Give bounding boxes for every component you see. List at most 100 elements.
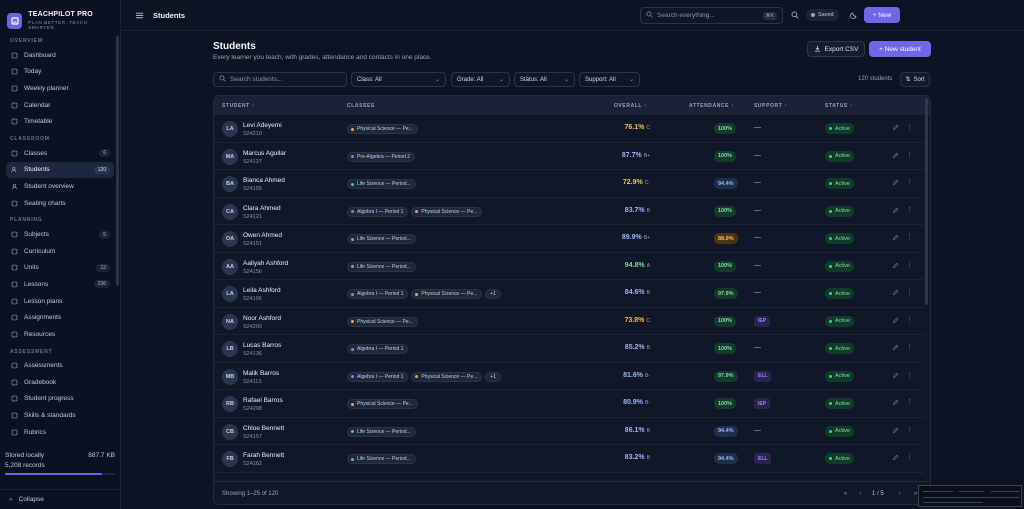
student-name[interactable]: Rafael Barros xyxy=(243,397,283,404)
more-vertical-icon[interactable]: ⋮ xyxy=(906,453,913,463)
more-vertical-icon[interactable]: ⋮ xyxy=(906,261,913,271)
first-page-icon[interactable]: « xyxy=(840,488,851,499)
class-chip[interactable]: Algebra I — Period 1 xyxy=(347,344,409,354)
sidebar-item-gradebook[interactable]: Gradebook xyxy=(6,374,114,391)
more-classes-chip[interactable]: +1 xyxy=(485,289,501,299)
student-name[interactable]: Levi Adeyemi xyxy=(243,122,282,129)
class-chip[interactable]: Life Science — Period... xyxy=(347,234,416,244)
global-search-input[interactable]: Search everything... ⌘K xyxy=(640,7,783,24)
more-vertical-icon[interactable]: ⋮ xyxy=(906,178,913,188)
sidebar-item-resources[interactable]: Resources xyxy=(6,326,114,343)
class-chip[interactable]: Physical Science — Pe... xyxy=(347,124,418,134)
class-chip[interactable]: Physical Science — Pe... xyxy=(411,206,483,217)
minimap-thumbnail[interactable] xyxy=(918,485,1022,507)
class-chip[interactable]: Life Science — Period... xyxy=(347,179,416,189)
table-row[interactable]: BA Bianca Ahmed S24155 Life Science — Perio… xyxy=(214,170,924,198)
export-csv-button[interactable]: Export CSV xyxy=(807,41,865,57)
student-name[interactable]: Malik Barros xyxy=(243,370,279,377)
table-row[interactable]: FB Farah Bennett S24162 Life Science — Peri… xyxy=(214,445,924,473)
edit-icon[interactable] xyxy=(892,317,900,325)
col-support[interactable]: SUPPORT ↑ xyxy=(754,103,787,109)
grade-filter-select[interactable]: Grade: All ⌄ xyxy=(451,72,510,87)
more-vertical-icon[interactable]: ⋮ xyxy=(906,398,913,408)
student-name[interactable]: Clara Ahmed xyxy=(243,205,281,212)
student-name[interactable]: Lucas Barros xyxy=(243,342,281,349)
class-chip[interactable]: Physical Science — Pe... xyxy=(347,316,418,327)
edit-icon[interactable] xyxy=(892,234,900,242)
student-name[interactable]: Marcus Aguilar xyxy=(243,150,286,157)
table-row[interactable]: LA Levi Adeyemi S24210 Physical Science — P… xyxy=(214,115,924,143)
next-page-icon[interactable]: › xyxy=(894,488,905,499)
sidebar-item-rubrics[interactable]: Rubrics xyxy=(6,424,114,441)
status-filter-select[interactable]: Status: All ⌄ xyxy=(514,72,575,87)
table-row[interactable]: NA Noor Ashford S24200 Physical Science — P… xyxy=(214,308,924,335)
sidebar-item-weekly-planner[interactable]: Weekly planner xyxy=(6,80,114,97)
edit-icon[interactable] xyxy=(892,207,900,215)
sidebar-item-assessments[interactable]: Assessments xyxy=(6,358,114,375)
edit-icon[interactable] xyxy=(892,289,900,297)
student-name[interactable]: Noor Ashford xyxy=(243,315,281,322)
class-chip[interactable]: Physical Science — Pe... xyxy=(411,371,483,382)
class-chip[interactable]: Physical Science — Pe... xyxy=(347,399,418,409)
sidebar-item-assignments[interactable]: Assignments xyxy=(6,309,114,326)
table-row[interactable]: LB Lucas Barros S24136 Algebra I — Period 1… xyxy=(214,335,924,363)
edit-icon[interactable] xyxy=(892,124,900,132)
edit-icon[interactable] xyxy=(892,179,900,187)
table-row[interactable]: RB Rafael Barros S24208 Physical Science — … xyxy=(214,390,924,418)
student-name[interactable]: Farah Bennett xyxy=(243,452,284,459)
support-filter-select[interactable]: Support: All ⌄ xyxy=(579,72,640,87)
sidebar-item-units[interactable]: Units 12 xyxy=(6,260,114,277)
sidebar-item-lessons[interactable]: Lessons 236 xyxy=(6,276,114,293)
edit-icon[interactable] xyxy=(892,344,900,352)
class-chip[interactable]: Pre-Algebra — Period 2 xyxy=(347,151,416,162)
col-student[interactable]: STUDENT ↑ xyxy=(222,103,255,109)
menu-icon[interactable] xyxy=(133,9,145,21)
sidebar-item-student-progress[interactable]: Student progress xyxy=(6,391,114,408)
sidebar-scrollbar[interactable] xyxy=(116,36,119,286)
student-name[interactable]: Chloe Bennett xyxy=(243,425,284,432)
class-chip[interactable]: Algebra I — Period 1 xyxy=(347,206,409,217)
more-vertical-icon[interactable]: ⋮ xyxy=(906,123,913,133)
more-vertical-icon[interactable]: ⋮ xyxy=(906,151,913,161)
table-scrollbar[interactable] xyxy=(925,98,928,305)
sidebar-item-curriculum[interactable]: Curriculum xyxy=(6,243,114,260)
more-vertical-icon[interactable]: ⋮ xyxy=(906,206,913,216)
class-filter-select[interactable]: Class: All ⌄ xyxy=(351,72,446,87)
collapse-button[interactable]: « Collapse xyxy=(0,489,121,509)
sidebar-item-today[interactable]: Today xyxy=(6,64,114,81)
more-vertical-icon[interactable]: ⋮ xyxy=(906,316,913,326)
col-overall[interactable]: OVERALL ↑ xyxy=(614,103,647,109)
sidebar-item-subjects[interactable]: Subjects 5 xyxy=(6,226,114,243)
more-vertical-icon[interactable]: ⋮ xyxy=(906,233,913,243)
edit-icon[interactable] xyxy=(892,454,900,462)
sidebar-item-skills-standards[interactable]: Skills & standards xyxy=(6,407,114,424)
edit-icon[interactable] xyxy=(892,427,900,435)
more-vertical-icon[interactable]: ⋮ xyxy=(906,288,913,298)
more-vertical-icon[interactable]: ⋮ xyxy=(906,426,913,436)
prev-page-icon[interactable]: ‹ xyxy=(855,488,866,499)
sidebar-item-timetable[interactable]: Timetable xyxy=(6,113,114,130)
table-row[interactable]: CA Clara Ahmed S24121 Algebra I — Period 1 P… xyxy=(214,198,924,225)
student-search-input[interactable]: Search students... xyxy=(213,72,347,87)
class-chip[interactable]: Life Science — Period... xyxy=(347,454,416,464)
sidebar-item-calendar[interactable]: Calendar xyxy=(6,97,114,114)
sidebar-item-classes[interactable]: Classes 6 xyxy=(6,145,114,162)
more-vertical-icon[interactable]: ⋮ xyxy=(906,343,913,353)
edit-icon[interactable] xyxy=(892,399,900,407)
moon-icon[interactable] xyxy=(848,9,860,21)
table-row[interactable]: MA Marcus Aguilar S24127 Pre-Algebra — Peri… xyxy=(214,143,924,170)
sidebar-item-seating-charts[interactable]: Seating charts xyxy=(6,195,114,212)
sidebar-item-student-overview[interactable]: Student overview xyxy=(6,178,114,195)
new-student-button[interactable]: + New student xyxy=(869,41,931,57)
class-chip[interactable]: Algebra I — Period 1 xyxy=(347,289,409,299)
class-chip[interactable]: Algebra I — Period 1 xyxy=(347,371,409,382)
more-vertical-icon[interactable]: ⋮ xyxy=(906,371,913,381)
class-chip[interactable]: Life Science — Period... xyxy=(347,261,416,272)
table-row[interactable]: CB Chloe Bennett S24157 Life Science — Peri… xyxy=(214,418,924,445)
table-row[interactable]: MB Malik Barros S24113 Algebra I — Period 1… xyxy=(214,363,924,390)
edit-icon[interactable] xyxy=(892,262,900,270)
edit-icon[interactable] xyxy=(892,152,900,160)
sidebar-item-lesson-plans[interactable]: Lesson plans xyxy=(6,293,114,310)
col-status[interactable]: STATUS ↑ xyxy=(825,103,853,109)
col-attendance[interactable]: ATTENDANCE ↑ xyxy=(689,103,734,109)
